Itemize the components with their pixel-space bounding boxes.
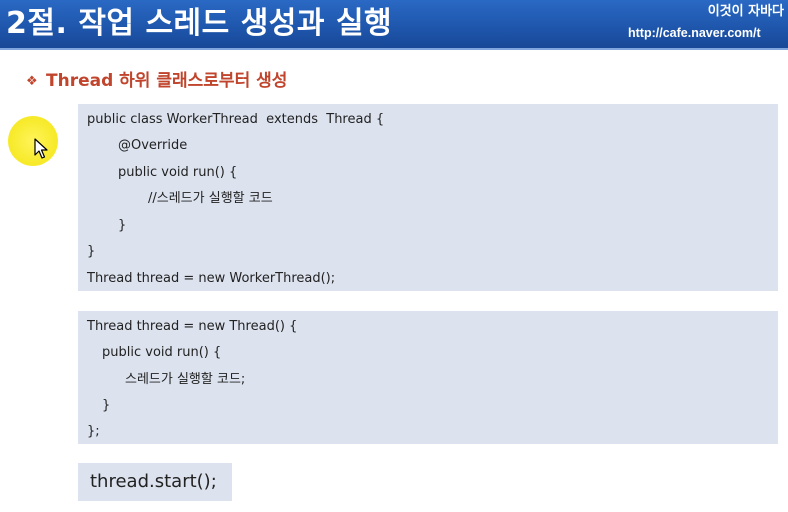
code-block-subclass: public class WorkerThread extends Thread… [78, 104, 778, 291]
code-line: Thread thread = new Thread() { [87, 319, 298, 334]
code-line: public class WorkerThread extends Thread… [87, 112, 385, 127]
subtitle-text: Thread 하위 클래스로부터 생성 [46, 71, 288, 91]
cursor-highlight [8, 116, 58, 166]
mouse-pointer-icon [34, 138, 48, 159]
code-line: }; [87, 424, 100, 439]
code-line: Thread thread = new WorkerThread(); [87, 271, 336, 286]
section-subtitle: ❖ Thread 하위 클래스로부터 생성 [26, 70, 287, 93]
code-block-anonymous: Thread thread = new Thread() { public vo… [78, 311, 778, 444]
code-line: } [87, 244, 96, 259]
code-line: public void run() { [102, 345, 222, 360]
code-line: 스레드가 실행할 코드; [125, 372, 246, 387]
slide-header: 2절. 작업 스레드 생성과 실행 이것이 자바다 http://cafe.na… [0, 0, 788, 50]
slide-title: 2절. 작업 스레드 생성과 실행 [6, 6, 393, 41]
brand-url: http://cafe.naver.com/t [628, 26, 761, 40]
diamond-bullet-icon: ❖ [26, 74, 38, 89]
code-block-start: thread.start(); [78, 463, 232, 501]
code-line: } [102, 398, 111, 413]
code-line: } [118, 218, 127, 233]
brand-name: 이것이 자바다 [707, 4, 784, 19]
code-line: thread.start(); [90, 471, 217, 492]
code-line: public void run() { [118, 165, 238, 180]
code-line: @Override [118, 138, 188, 153]
code-line: //스레드가 실행할 코드 [148, 191, 273, 206]
